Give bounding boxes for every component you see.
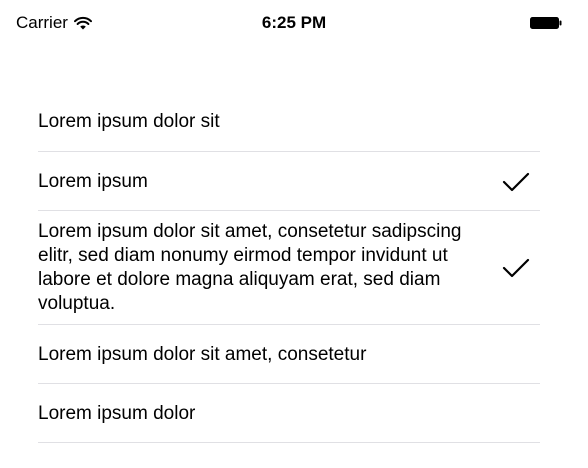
list-item[interactable]: Lorem ipsum [0, 152, 588, 211]
list-item[interactable]: Lorem ipsum dolor sit amet, consetetur [0, 325, 588, 384]
checkmark-icon [502, 258, 530, 278]
list-item[interactable]: Lorem ipsum dolor sit [0, 92, 588, 152]
list-item[interactable]: Lorem ipsum dolor [0, 384, 588, 443]
list-item-label: Lorem ipsum dolor [38, 402, 196, 424]
list-item[interactable]: Lorem ipsum dolor sit amet, consetetur s… [0, 211, 588, 325]
list-item-label: Lorem ipsum [38, 170, 148, 192]
list-item-label: Lorem ipsum dolor sit amet, consetetur s… [38, 221, 462, 314]
battery-full-icon [530, 17, 562, 29]
status-time: 6:25 PM [261, 13, 327, 32]
list-item-label: Lorem ipsum dolor sit [38, 111, 220, 132]
checklist: Lorem ipsum dolor sit Lorem ipsum Lorem … [0, 92, 588, 443]
list-item-label: Lorem ipsum dolor sit amet, consetetur [38, 343, 367, 365]
status-bar: Carrier 6:25 PM [0, 0, 588, 48]
checkmark-icon [502, 172, 530, 191]
